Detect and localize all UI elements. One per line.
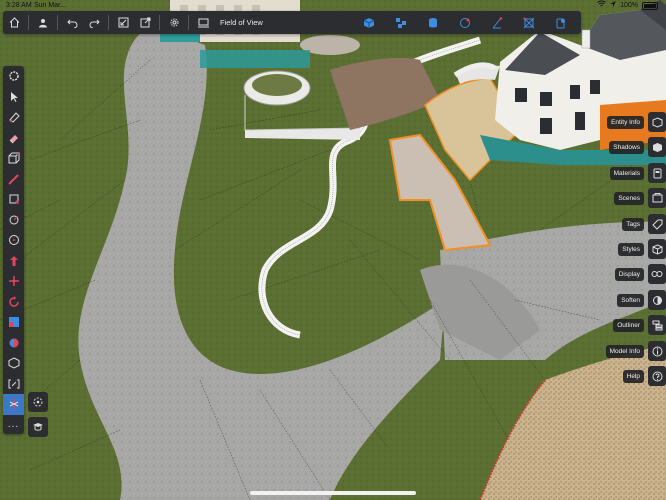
display-icon: [648, 264, 666, 284]
home-indicator[interactable]: [250, 491, 416, 495]
circle-icon[interactable]: [3, 230, 24, 251]
pencil-icon[interactable]: [3, 169, 24, 190]
scenes-icon[interactable]: [481, 11, 513, 34]
soften-icon: [648, 290, 666, 310]
subtool-rotate-button[interactable]: [28, 392, 48, 412]
lasso-icon[interactable]: [3, 107, 24, 128]
panel-styles[interactable]: Styles: [618, 239, 666, 259]
panel-shadows[interactable]: Shadows: [609, 137, 666, 157]
undo-icon[interactable]: [61, 11, 83, 34]
panel-soften[interactable]: Soften: [617, 290, 666, 310]
panel-tags[interactable]: Tags: [622, 214, 666, 234]
panel-help[interactable]: Help: [622, 366, 666, 386]
wifi-icon: [597, 0, 606, 12]
rotate-icon[interactable]: [3, 292, 24, 313]
warehouse-icon[interactable]: [449, 11, 481, 34]
styles-icon: [648, 239, 666, 259]
components-icon[interactable]: [385, 11, 417, 34]
import-icon[interactable]: [112, 11, 134, 34]
paint-icon[interactable]: [417, 11, 449, 34]
materials-icon: [648, 163, 666, 183]
user-icon[interactable]: [32, 11, 54, 34]
pushpull-icon[interactable]: [3, 251, 24, 272]
scenes-panel-icon: [648, 188, 666, 208]
entity-info-icon: [648, 112, 666, 132]
box-icon[interactable]: [3, 148, 24, 169]
export-icon[interactable]: [134, 11, 156, 34]
arrow-icon[interactable]: [3, 87, 24, 108]
panel-outliner[interactable]: Outliner: [613, 315, 666, 335]
status-time: 3:28 AM: [6, 2, 32, 9]
toolbar-divider: [108, 15, 109, 30]
walk-icon[interactable]: [3, 374, 24, 395]
panel-entity-info[interactable]: Entity Info: [607, 112, 666, 132]
home-icon[interactable]: [3, 11, 25, 34]
select-icon[interactable]: [3, 66, 24, 87]
paint-tool-icon[interactable]: [3, 189, 24, 210]
panel-scenes[interactable]: Scenes: [614, 188, 666, 208]
xray-icon[interactable]: [513, 11, 545, 34]
eye-icon[interactable]: [3, 333, 24, 354]
outliner-icon: [648, 315, 666, 335]
rotate-sub-icon: [33, 397, 43, 407]
help-icon: [648, 366, 666, 386]
subtool-cap-button[interactable]: [28, 417, 48, 437]
status-bar: 3:28 AM Sun Mar... 100%: [0, 0, 666, 12]
status-carrier: Sun Mar...: [34, 2, 66, 9]
scale-icon[interactable]: [3, 312, 24, 333]
3d-viewport[interactable]: [0, 0, 666, 500]
tape-icon[interactable]: [3, 210, 24, 231]
shadows-icon: [648, 137, 666, 157]
section-tool-icon[interactable]: [3, 394, 24, 415]
tags-icon: [648, 214, 666, 234]
toolbar-divider: [57, 15, 58, 30]
location-icon: [610, 0, 617, 12]
graduation-cap-icon: [33, 423, 43, 431]
more-tools-button[interactable]: ...: [3, 415, 24, 436]
orbit-icon[interactable]: [353, 11, 385, 34]
active-tool-title: Field of View: [220, 18, 263, 27]
battery-icon: [642, 2, 658, 10]
toolbar-divider: [159, 15, 160, 30]
panel-model-info[interactable]: Model Info: [605, 341, 666, 361]
top-toolbar: Field of View: [3, 11, 581, 34]
eraser-icon[interactable]: [3, 128, 24, 149]
panel-materials[interactable]: Materials: [609, 163, 666, 183]
model-info-icon: [648, 341, 666, 361]
settings-icon[interactable]: [163, 11, 185, 34]
panel-display[interactable]: Display: [614, 264, 666, 284]
toolbar-divider: [28, 15, 29, 30]
move-icon[interactable]: [3, 271, 24, 292]
battery-percent: 100%: [620, 2, 638, 9]
orbit-tool-icon[interactable]: [3, 353, 24, 374]
left-tool-palette: ...: [3, 66, 24, 434]
top-right-tools: [353, 11, 581, 34]
layout-icon[interactable]: [192, 11, 214, 34]
toolbar-divider: [188, 15, 189, 30]
section-icon[interactable]: [545, 11, 577, 34]
redo-icon[interactable]: [83, 11, 105, 34]
